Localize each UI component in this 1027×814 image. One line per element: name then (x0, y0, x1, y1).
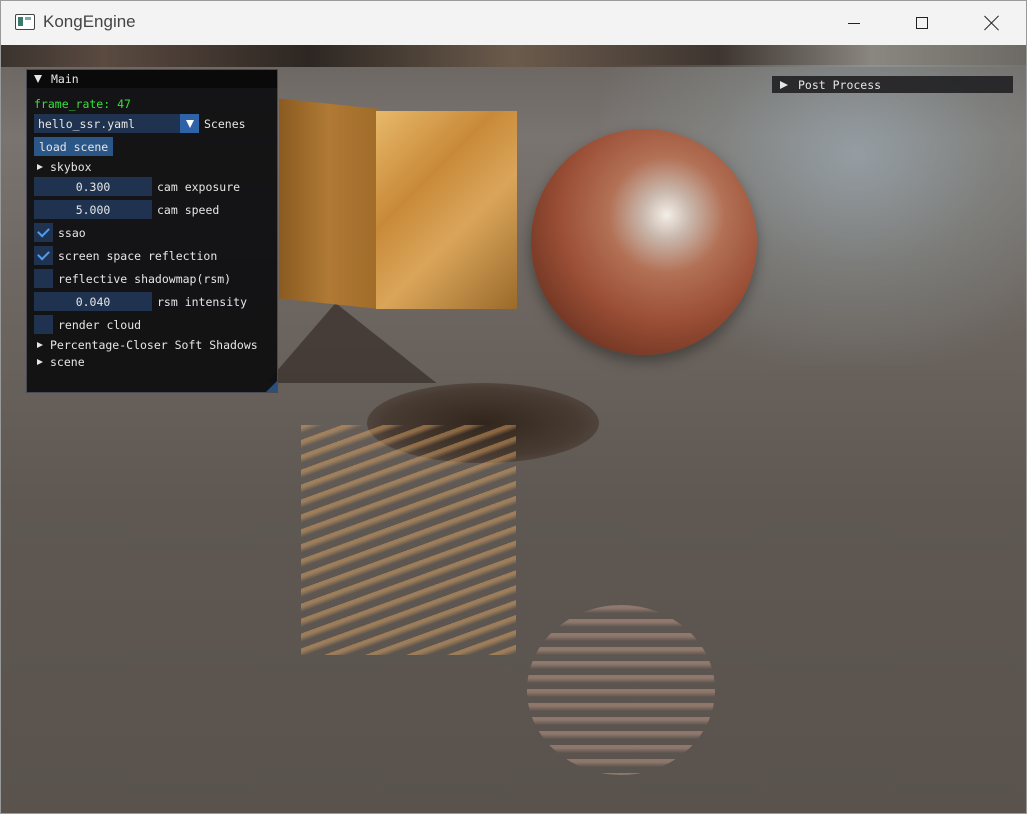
close-icon (984, 15, 1000, 31)
ssr-label: screen space reflection (58, 248, 218, 263)
render-viewport[interactable]: Main frame_rate: 47 hello_ssr.yaml Scene… (1, 45, 1026, 813)
tree-node-scene[interactable]: scene (37, 352, 85, 371)
rusted-sphere (531, 129, 757, 355)
scene-select-row: hello_ssr.yaml Scenes (34, 114, 246, 133)
sphere-reflection (527, 605, 715, 775)
cam-speed-input[interactable]: 5.000 (34, 200, 152, 219)
checkmark-icon (37, 247, 50, 261)
pcss-label: Percentage-Closer Soft Shadows (50, 337, 258, 352)
ssr-checkbox[interactable] (34, 246, 53, 265)
render-cloud-label: render cloud (58, 317, 142, 332)
main-panel: Main frame_rate: 47 hello_ssr.yaml Scene… (26, 69, 278, 393)
minimize-icon (848, 22, 860, 24)
maximize-icon (916, 17, 928, 29)
rsm-intensity-label: rsm intensity (157, 294, 248, 309)
scene-select-label: Scenes (204, 116, 246, 131)
background-environment (1, 45, 1026, 67)
skybox-label: skybox (50, 159, 92, 174)
window-title: KongEngine (43, 12, 136, 31)
scene-select-dropdown-button[interactable] (180, 114, 199, 133)
collapse-arrow-icon[interactable] (34, 75, 42, 83)
post-process-title: Post Process (798, 77, 882, 92)
scene-select-value: hello_ssr.yaml (38, 116, 135, 131)
cube-reflection (301, 425, 516, 655)
checkmark-icon (37, 224, 50, 238)
frame-rate-text: frame_rate: 47 (34, 96, 131, 111)
expand-arrow-icon (37, 163, 43, 170)
cam-exposure-label: cam exposure (157, 179, 241, 194)
ssao-label: ssao (58, 225, 86, 240)
expand-arrow-icon[interactable] (780, 80, 788, 89)
cam-speed-label: cam speed (157, 202, 220, 217)
resize-grip[interactable] (266, 381, 277, 392)
rsm-checkbox[interactable] (34, 269, 53, 288)
rsm-intensity-input[interactable]: 0.040 (34, 292, 152, 311)
title-bar[interactable]: KongEngine (1, 1, 1026, 45)
scene-label: scene (50, 354, 85, 369)
expand-arrow-icon (37, 341, 43, 348)
gold-cube-side (279, 98, 379, 309)
cube-shadow (266, 303, 466, 383)
scene-select[interactable]: hello_ssr.yaml (34, 114, 180, 133)
load-scene-button[interactable]: load scene (34, 137, 114, 156)
minimize-button[interactable] (831, 1, 877, 45)
app-icon (15, 14, 35, 30)
app-window: KongEngine Main frame_rate: 47 hello_ssr… (0, 0, 1027, 814)
maximize-button[interactable] (899, 1, 945, 45)
post-process-panel[interactable]: Post Process (772, 76, 1013, 93)
tree-node-skybox[interactable]: skybox (37, 157, 92, 176)
cam-exposure-input[interactable]: 0.300 (34, 177, 152, 196)
main-panel-title: Main (51, 72, 79, 86)
render-cloud-checkbox[interactable] (34, 315, 53, 334)
ssao-checkbox[interactable] (34, 223, 53, 242)
main-panel-header[interactable]: Main (27, 70, 277, 88)
close-button[interactable] (969, 1, 1015, 45)
rsm-label: reflective shadowmap(rsm) (58, 271, 232, 286)
expand-arrow-icon (37, 358, 43, 365)
chevron-down-icon (185, 119, 194, 128)
gold-cube-front (376, 111, 517, 309)
